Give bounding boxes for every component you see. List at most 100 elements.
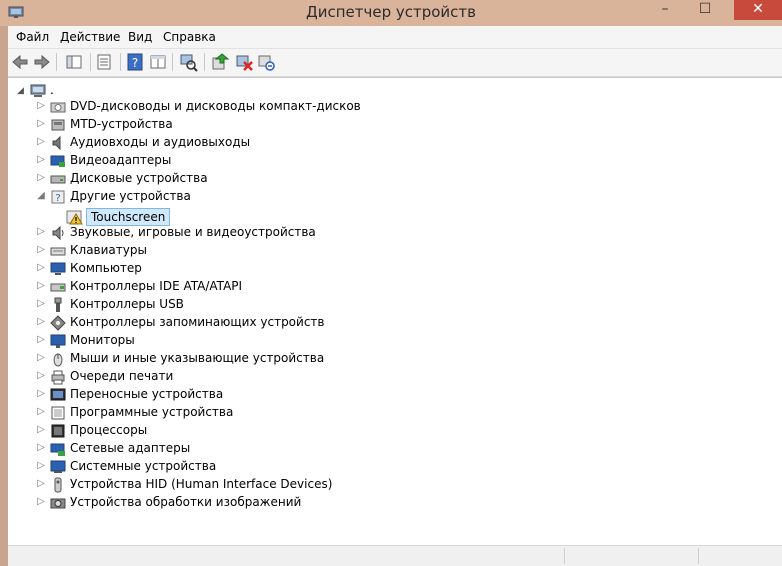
mouse-icon [53,353,63,367]
hid-device-icon [54,477,62,493]
expand-arrow-icon[interactable]: ▷ [36,496,46,507]
speaker-icon [52,135,61,151]
status-separator [698,548,699,564]
tree-node[interactable]: ▷ Контроллеры USB [36,296,536,314]
tree-node[interactable]: ▷ Клавиатуры [36,242,536,260]
tree-node[interactable]: ▷ Процессоры [36,422,536,440]
tree-node-label: Сетевые адаптеры [70,441,191,455]
view-icon[interactable] [148,52,168,72]
monitor-icon [50,334,66,348]
tree-node-label: Контроллеры IDE ATA/ATAPI [70,279,243,293]
toolbar-separator [172,53,173,71]
tree-node-label: DVD-дисководы и дисководы компакт-дисков [70,99,361,113]
menu-bar: Файл Действие Вид Справка [8,26,782,49]
expand-arrow-icon[interactable]: ▷ [36,406,46,417]
tree-node[interactable]: ▷ Звуковые, игровые и видеоустройства [36,224,536,242]
tree-root-label[interactable]: . [50,83,54,97]
tree-node-label: Системные устройства [70,459,217,473]
processor-icon [51,424,65,438]
expand-arrow-icon[interactable]: ▷ [36,154,46,165]
tree-node[interactable]: ▷ Контроллеры запоминающих устройств [36,314,536,332]
tree-node-label: Контроллеры запоминающих устройств [70,315,325,329]
disk-drive-icon [50,175,66,184]
tree-node-label: Клавиатуры [70,243,147,257]
expand-arrow-icon[interactable]: ▷ [36,352,46,363]
tree-node[interactable]: ▷ Сетевые адаптеры [36,440,536,458]
expand-arrow-icon[interactable]: ▷ [36,316,46,327]
tree-child-touchscreen[interactable]: Touchscreen [66,208,266,226]
close-button[interactable]: ✕ [734,0,782,20]
expand-arrow-icon[interactable]: ▷ [36,370,46,381]
expand-arrow-icon[interactable]: ▷ [36,334,46,345]
tree-node[interactable]: ▷ Программные устройства [36,404,536,422]
computer-root-icon [30,84,46,97]
expand-arrow-icon[interactable]: ▷ [36,460,46,471]
console-tree-icon[interactable] [64,52,84,72]
expand-arrow-icon[interactable]: ▷ [36,442,46,453]
tree-node-label: Устройства обработки изображений [70,495,302,509]
help-icon[interactable]: ? [125,52,145,72]
tree-node[interactable]: ▷ Компьютер [36,260,536,278]
tree-node-label: Компьютер [70,261,142,275]
tree-node-label: Звуковые, игровые и видеоустройства [70,225,316,239]
tree-node[interactable]: ▷ Устройства HID (Human Interface Devices… [36,476,536,494]
expand-arrow-icon[interactable]: ▷ [36,478,46,489]
tree-node-label: Контроллеры USB [70,297,184,311]
tree-node[interactable]: ▷ Видеоадаптеры [36,152,536,170]
scan-hardware-icon[interactable] [178,52,198,72]
expand-arrow-icon[interactable]: ▷ [36,262,46,273]
properties-icon[interactable] [94,52,114,72]
toolbar-separator [90,53,91,71]
expand-arrow-icon[interactable]: ▷ [36,226,46,237]
tree-node[interactable]: ▷ Системные устройства [36,458,536,476]
maximize-button[interactable]: ☐ [690,0,720,20]
tree-node[interactable]: ▷ Переносные устройства [36,386,536,404]
disable-device-icon[interactable] [234,52,254,72]
tree-node-label: Дисковые устройства [70,171,208,185]
tree-node-label: Переносные устройства [70,387,224,401]
tree-node-label: Процессоры [70,423,148,437]
collapse-arrow-icon[interactable]: ◢ [36,190,46,201]
svg-text:?: ? [132,56,138,70]
tree-node[interactable]: ▷ Мыши и иные указывающие устройства [36,350,536,368]
tree-node[interactable]: ▷ Дисковые устройства [36,170,536,188]
menu-file[interactable]: Файл [16,30,49,44]
keyboard-icon [50,247,66,256]
svg-text:?: ? [55,193,60,204]
tree-node[interactable]: ▷ DVD-дисководы и дисководы компакт-диско… [36,98,536,116]
forward-icon[interactable] [32,52,52,72]
uninstall-device-icon[interactable] [256,52,276,72]
expand-arrow-icon[interactable]: ▷ [36,172,46,183]
sound-device-icon [52,225,64,241]
menu-view[interactable]: Вид [128,30,152,44]
expand-arrow-icon[interactable]: ▷ [36,118,46,129]
toolbar: ? [8,49,782,77]
title-bar: Диспетчер устройств – ☐ ✕ [0,0,782,26]
expand-arrow-icon[interactable]: ▷ [36,388,46,399]
expand-arrow-icon[interactable]: ▷ [36,298,46,309]
tree-node[interactable]: ▷ Очереди печати [36,368,536,386]
tree-node[interactable]: ◢? Другие устройства [36,188,536,206]
minimize-button[interactable]: – [650,0,680,20]
tree-node[interactable]: ▷ Контроллеры IDE ATA/ATAPI [36,278,536,296]
expand-arrow-icon[interactable]: ▷ [36,244,46,255]
expand-arrow-icon[interactable]: ▷ [36,100,46,111]
tree-node[interactable]: ▷ Устройства обработки изображений [36,494,536,512]
root-expand-arrow[interactable]: ◢ [17,86,24,96]
expand-arrow-icon[interactable]: ▷ [36,424,46,435]
usb-icon [54,297,62,312]
expand-arrow-icon[interactable]: ▷ [36,280,46,291]
tree-node[interactable]: ▷ Аудиовходы и аудиовыходы [36,134,536,152]
network-adapter-icon [50,443,65,456]
update-driver-icon[interactable] [210,52,230,72]
storage-controller-icon [50,315,66,331]
expand-arrow-icon[interactable]: ▷ [36,136,46,147]
tree-node[interactable]: ▷ Мониторы [36,332,536,350]
mtd-device-icon [51,119,65,131]
menu-help[interactable]: Справка [163,30,216,44]
tree-node[interactable]: ▷ MTD-устройства [36,116,536,134]
menu-action[interactable]: Действие [60,30,120,44]
tree-node-label: Аудиовходы и аудиовыходы [70,135,251,149]
back-icon[interactable] [10,52,30,72]
system-device-icon [50,460,66,473]
